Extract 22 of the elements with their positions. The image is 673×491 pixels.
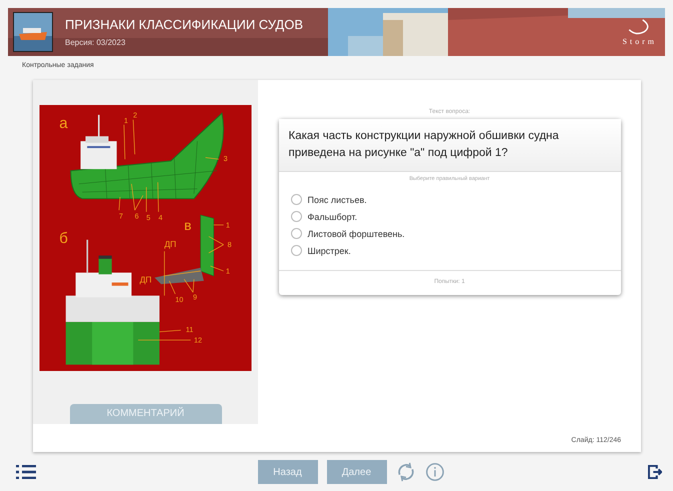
diagram-label: а <box>59 115 68 132</box>
option-label: Пояс листьев. <box>308 194 367 204</box>
answer-option[interactable]: Ширстрек. <box>290 245 351 256</box>
diagram-label: б <box>59 230 68 248</box>
option-label: Ширстрек. <box>308 246 351 256</box>
exit-icon[interactable] <box>648 465 662 479</box>
diagram-label: ДП <box>164 239 176 249</box>
radio-button[interactable] <box>290 211 302 222</box>
refresh-icon[interactable] <box>396 462 416 482</box>
answer-option[interactable]: Листовой форштевень. <box>290 228 405 239</box>
diagram-label: ДП <box>140 274 152 284</box>
answer-option[interactable]: Пояс листьев. <box>290 194 367 205</box>
radio-button[interactable] <box>290 194 302 205</box>
radio-button[interactable] <box>290 228 302 239</box>
option-label: Фальшборт. <box>308 212 358 222</box>
menu-icon[interactable] <box>16 465 36 479</box>
radio-button[interactable] <box>290 245 302 256</box>
answer-option[interactable]: Фальшборт. <box>290 211 358 222</box>
info-icon[interactable] <box>424 462 444 482</box>
question-text: Какая часть конструкции наружной обшивки судна приведена на рисунке "а" под цифрой 1? <box>278 119 620 172</box>
diagram-label: в <box>184 218 192 233</box>
option-label: Листовой форштевень. <box>308 228 405 238</box>
